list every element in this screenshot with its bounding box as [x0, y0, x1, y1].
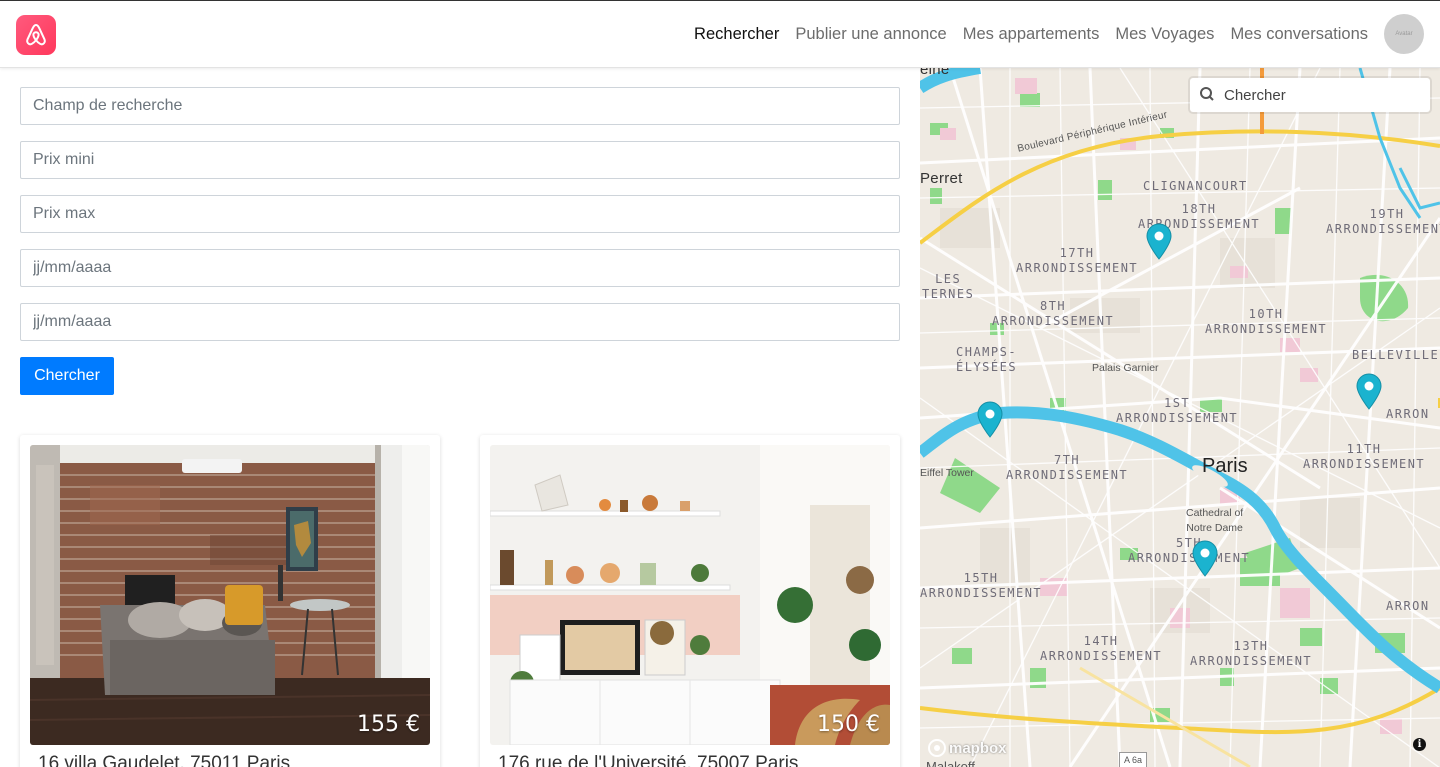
map-label-13th: 13TH ARRONDISSEMENT [1190, 639, 1313, 668]
map-label-8th: 8TH ARRONDISSEMENT [992, 299, 1115, 328]
listing-map-marker[interactable] [976, 400, 1004, 438]
end-date-input[interactable] [20, 303, 900, 341]
map-label-arron-edge: ARRON [1386, 407, 1430, 421]
map-label-clignancourt: CLIGNANCOURT [1143, 179, 1248, 193]
search-icon [1190, 78, 1224, 112]
listing-map-marker[interactable] [1191, 539, 1219, 577]
map-view[interactable]: Boulevard Périphérique Intérieur eine Pe… [920, 68, 1440, 767]
listing-price: 155 € [357, 712, 420, 737]
map-poi-palais-garnier: Palais Garnier [1092, 362, 1159, 374]
nav-publier-annonce[interactable]: Publier une annonce [795, 25, 946, 44]
map-label-paris: Paris [1202, 455, 1248, 477]
mapbox-icon [928, 739, 946, 757]
listing-photo-living-room-brick[interactable]: 155 € [30, 445, 430, 745]
map-label-belleville: BELLEVILLE [1352, 348, 1440, 362]
listing-address[interactable]: 176 rue de l'Université, 75007 Paris [498, 753, 798, 767]
nav-mes-voyages[interactable]: Mes Voyages [1115, 25, 1214, 44]
map-label-perret: Perret [920, 170, 963, 187]
listing-photo-white-shelves[interactable]: 150 € [490, 445, 890, 745]
map-info-icon[interactable]: i [1413, 738, 1426, 751]
nav-mes-appartements[interactable]: Mes appartements [963, 25, 1100, 44]
search-query-input[interactable] [20, 87, 900, 125]
user-avatar[interactable]: Avatar [1384, 14, 1424, 54]
map-label-17th: 17TH ARRONDISSEMENT [1016, 246, 1139, 275]
listing-price: 150 € [817, 712, 880, 737]
mapbox-wordmark: mapbox [949, 739, 1007, 757]
nav-mes-conversations[interactable]: Mes conversations [1230, 25, 1368, 44]
avatar-alt-text: Avatar [1395, 31, 1413, 37]
map-label-11th: 11TH ARRONDISSEMENT [1303, 442, 1426, 471]
map-label-champs-elysees: CHAMPS- ÉLYSÉES [956, 345, 1018, 374]
listing-card[interactable]: 150 € 176 rue de l'Université, 75007 Par… [480, 435, 900, 767]
max-price-input[interactable] [20, 195, 900, 233]
listing-card[interactable]: 155 € 16 villa Gaudelet, 75011 Paris [20, 435, 440, 767]
map-search-box[interactable] [1190, 78, 1430, 112]
map-label-5th: 5TH ARRONDISSEMENT [1128, 536, 1251, 565]
start-date-input[interactable] [20, 249, 900, 287]
listing-address[interactable]: 16 villa Gaudelet, 75011 Paris [38, 753, 290, 767]
map-label-15th: 15TH ARRONDISSEMENT [920, 571, 1043, 600]
airbnb-logo-icon[interactable] [16, 15, 56, 55]
search-panel: Chercher [0, 68, 920, 767]
listing-map-marker[interactable] [1145, 222, 1173, 260]
listing-map-marker[interactable] [1355, 372, 1383, 410]
map-label-19th: 19TH ARRONDISSEMENT [1326, 207, 1440, 236]
map-label-14th: 14TH ARRONDISSEMENT [1040, 634, 1163, 663]
search-submit-button[interactable]: Chercher [20, 357, 114, 395]
min-price-input[interactable] [20, 141, 900, 179]
map-label-1st: 1ST ARRONDISSEMENT [1116, 396, 1239, 425]
map-label-seine: eine [920, 68, 950, 78]
top-navbar: Rechercher Publier une annonce Mes appar… [0, 0, 1440, 68]
map-poi-eiffel-tower: Eiffel Tower [920, 467, 974, 479]
map-search-input[interactable] [1224, 86, 1414, 104]
mapbox-attribution-logo[interactable]: mapbox [928, 739, 1007, 757]
map-label-malakoff: Malakoff [926, 759, 975, 767]
map-label-7th: 7TH ARRONDISSEMENT [1006, 453, 1129, 482]
nav-rechercher[interactable]: Rechercher [694, 25, 779, 44]
road-shield-a6a: A 6a [1119, 752, 1148, 767]
map-label-10th: 10TH ARRONDISSEMENT [1205, 307, 1328, 336]
map-poi-notre-dame: Cathedral of Notre Dame [1186, 507, 1244, 534]
map-label-arron-edge-2: ARRON [1386, 599, 1430, 613]
map-label-les-ternes: LES TERNES [922, 272, 975, 301]
main-nav: Rechercher Publier une annonce Mes appar… [694, 14, 1424, 54]
